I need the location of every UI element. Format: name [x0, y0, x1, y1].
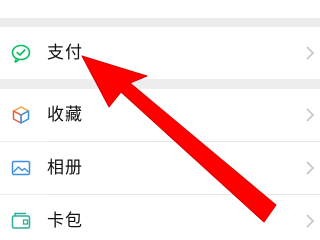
menu-item-label: 相册: [47, 158, 83, 178]
menu-item-favorites[interactable]: 收藏: [0, 89, 320, 141]
menu-item-label: 支付: [47, 43, 83, 63]
album-picture-icon: [10, 157, 32, 179]
menu-item-label: 收藏: [47, 105, 83, 125]
wechat-me-screen: 支付 收藏 相册 卡包: [0, 0, 320, 240]
favorites-cube-icon: [10, 104, 32, 126]
wechat-pay-icon: [10, 42, 32, 64]
chevron-right-icon: [304, 42, 316, 64]
chevron-right-icon: [304, 210, 316, 232]
chevron-right-icon: [304, 104, 316, 126]
card-wallet-icon: [10, 210, 32, 232]
menu-item-pay[interactable]: 支付: [0, 27, 320, 79]
chevron-right-icon: [304, 157, 316, 179]
menu-item-album[interactable]: 相册: [0, 142, 320, 194]
top-cell-edge: [0, 0, 320, 18]
menu-item-label: 卡包: [47, 211, 83, 231]
menu-item-card-wallet[interactable]: 卡包: [0, 195, 320, 240]
